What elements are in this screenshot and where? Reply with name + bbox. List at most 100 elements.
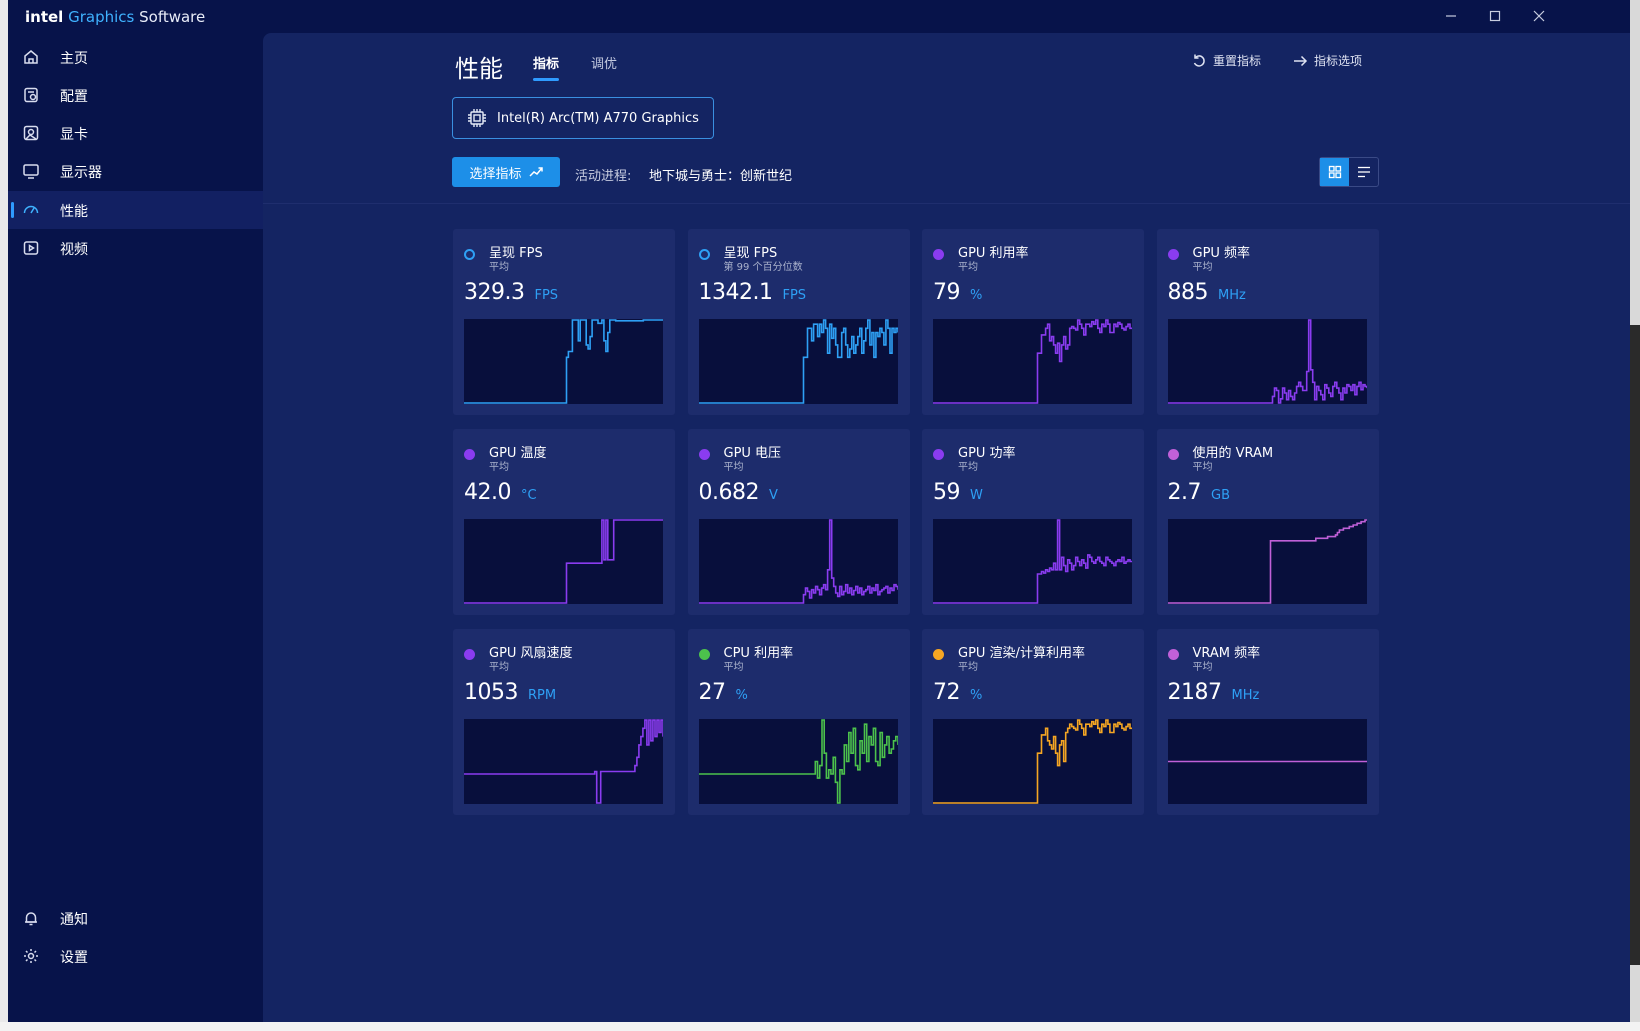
sidebar-item-settings[interactable]: 设置 (8, 937, 263, 975)
metric-subtitle: 平均 (723, 662, 744, 673)
metric-subtitle: 平均 (958, 662, 978, 673)
metric-subtitle: 平均 (1192, 262, 1213, 273)
metric-unit: MHz (1218, 288, 1246, 303)
sidebar-item-label: 显卡 (60, 127, 88, 143)
reset-metrics-button[interactable]: 重置指标 (1191, 52, 1261, 69)
brand-software: Software (139, 8, 206, 26)
metric-unit: MHz (1231, 688, 1260, 703)
select-metrics-button[interactable]: 选择指标 (452, 157, 560, 187)
view-toggle (1319, 157, 1379, 187)
metric-value: 2.7 (1167, 480, 1202, 505)
sidebar-item-label: 通知 (60, 912, 88, 928)
sidebar-item-performance[interactable]: 性能 (8, 191, 263, 229)
metric-card[interactable]: GPU 频率 平均 885 MHz (1156, 229, 1379, 415)
metric-options-button[interactable]: 指标选项 (1292, 52, 1362, 69)
close-button[interactable] (1516, 2, 1562, 30)
list-icon (1357, 166, 1370, 178)
sparkline-chart (1167, 519, 1367, 604)
header-divider (263, 203, 1630, 204)
metric-card[interactable]: VRAM 频率 平均 2187 MHz (1156, 629, 1379, 815)
close-icon (1533, 10, 1545, 22)
metric-color-dot (933, 649, 944, 660)
metric-sparkline (1167, 519, 1367, 604)
tab-metrics[interactable]: 指标 (533, 53, 560, 81)
metric-subtitle: 平均 (723, 462, 744, 473)
metric-card[interactable]: 呈现 FPS 第 99 个百分位数 1342.1 FPS (687, 229, 910, 415)
brand-graphics: Graphics (68, 8, 135, 26)
sparkline-series (698, 719, 898, 804)
metric-card[interactable]: GPU 电压 平均 0.682 V (687, 429, 910, 615)
list-view-button[interactable] (1349, 158, 1378, 186)
maximize-icon (1489, 10, 1501, 22)
metric-unit: RPM (528, 688, 557, 703)
metric-value: 27 (698, 680, 727, 705)
metric-unit: °C (520, 488, 537, 503)
metric-sparkline (933, 519, 1132, 604)
sparkline-chart (933, 719, 1132, 804)
monitor-icon (22, 162, 40, 180)
metric-card[interactable]: GPU 渲染/计算利用率 平均 72% (922, 629, 1144, 815)
metric-subtitle: 平均 (958, 262, 978, 273)
metric-value: 0.682 (698, 480, 760, 505)
metric-card[interactable]: CPU 利用率 平均 27% (687, 629, 910, 815)
metric-sparkline (464, 319, 663, 404)
metric-color-dot (1167, 249, 1179, 260)
sidebar-item-graphics[interactable]: 显卡 (8, 114, 263, 152)
metric-subtitle: 平均 (489, 462, 509, 473)
metric-unit: % (970, 288, 983, 303)
metric-value: 329.3 (464, 280, 525, 305)
metric-card[interactable]: 呈现 FPS 平均 329.3 FPS (453, 229, 675, 415)
sparkline-chart (1167, 760, 1367, 763)
sparkline-chart (698, 519, 898, 604)
metric-value-row: 2187 MHz (1168, 680, 1260, 705)
metric-card[interactable]: GPU 风扇速度 平均 1053 RPM (453, 629, 675, 815)
performance-gauge-icon (22, 201, 40, 219)
metric-value: 1053 (464, 680, 519, 705)
video-icon (22, 239, 40, 257)
metric-unit: FPS (782, 288, 807, 303)
metric-card[interactable]: GPU 利用率 平均 79% (922, 229, 1144, 415)
metric-sparkline (464, 719, 663, 804)
background-window-edge (0, 0, 8, 1031)
sparkline-chart (464, 719, 663, 804)
minimize-button[interactable] (1428, 2, 1474, 30)
reset-icon (1193, 54, 1205, 67)
sidebar-item-home[interactable]: 主页 (8, 38, 263, 76)
metric-sparkline (1167, 719, 1367, 804)
metric-card[interactable]: GPU 功率 平均 59 W (922, 429, 1144, 615)
sidebar-item-video[interactable]: 视频 (8, 229, 263, 267)
select-metrics-label: 选择指标 (469, 166, 522, 182)
grid-view-button[interactable] (1320, 158, 1349, 186)
device-selector[interactable]: Intel(R) Arc(TM) A770 Graphics (452, 97, 714, 139)
sidebar-item-label: 性能 (60, 204, 88, 220)
sidebar-item-display[interactable]: 显示器 (8, 152, 263, 190)
metric-card[interactable]: 使用的 VRAM 平均 2.7 GB (1156, 429, 1379, 615)
metric-sparkline (464, 519, 663, 604)
metric-sparkline (698, 319, 898, 404)
metric-value: 2187 (1167, 680, 1223, 705)
sparkline-series (1167, 519, 1367, 604)
metric-color-dot (464, 249, 475, 260)
metric-value-row: 329.3 FPS (464, 280, 558, 305)
active-indicator (11, 202, 14, 218)
maximize-button[interactable] (1472, 2, 1518, 30)
sidebar-item-notifications[interactable]: 通知 (8, 899, 263, 937)
metric-sparkline (933, 319, 1132, 404)
sidebar-item-profiles[interactable]: 配置 (8, 76, 263, 114)
page-title: 性能 (455, 55, 503, 83)
tab-tuning[interactable]: 调优 (591, 53, 617, 72)
sparkline-chart (464, 319, 663, 404)
metric-value-row: 1342.1 FPS (699, 280, 807, 305)
device-name: Intel(R) Arc(TM) A770 Graphics (497, 110, 699, 126)
active-process-label: 活动进程: (575, 169, 632, 184)
metric-value: 1342.1 (698, 280, 773, 305)
metric-value-row: 885 MHz (1168, 280, 1246, 305)
sidebar-item-label: 视频 (60, 242, 88, 258)
home-icon (22, 48, 40, 66)
metric-card[interactable]: GPU 温度 平均 42.0 °C (453, 429, 675, 615)
app-logo: intel Graphics Software (25, 8, 205, 26)
metric-options-label: 指标选项 (1314, 54, 1363, 68)
grid-icon (1328, 165, 1341, 179)
app-window: intel Graphics Software 主页 配置 显卡 显示器 性能 … (8, 0, 1630, 1022)
sparkline-series (933, 719, 1132, 804)
